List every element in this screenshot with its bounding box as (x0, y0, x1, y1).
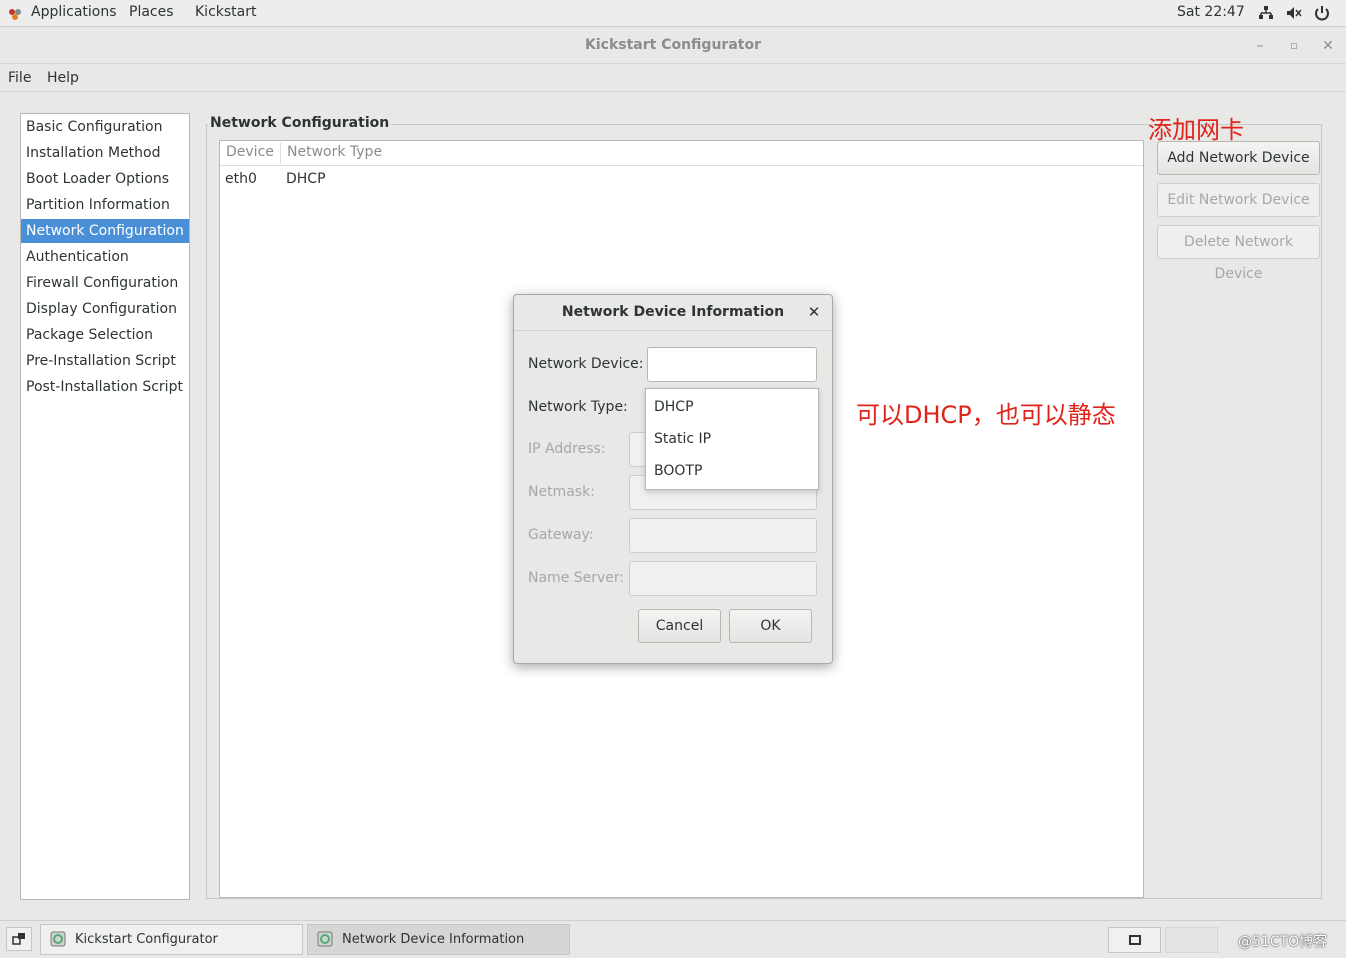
dialog-header: Network Device Information ✕ (514, 295, 832, 331)
sidebar-item-installation-method[interactable]: Installation Method (21, 141, 189, 165)
gateway-label: Gateway: (528, 527, 594, 543)
task-network-device-information[interactable]: Network Device Information (307, 924, 570, 955)
network-device-input[interactable] (647, 347, 817, 382)
workspace-window-icon (1129, 935, 1141, 945)
sidebar-item-authentication[interactable]: Authentication (21, 245, 189, 269)
places-menu[interactable]: Places (129, 4, 174, 20)
network-icon[interactable] (1257, 5, 1275, 21)
dropdown-option-bootp[interactable]: BOOTP (654, 463, 702, 479)
device-cell: eth0 (225, 171, 257, 187)
edit-network-device-button[interactable]: Edit Network Device (1157, 183, 1320, 217)
sidebar-item-partition-information[interactable]: Partition Information (21, 193, 189, 217)
help-menu[interactable]: Help (47, 70, 79, 86)
name-server-input[interactable] (629, 561, 817, 596)
kickstart-menu[interactable]: Kickstart (195, 4, 256, 20)
volume-muted-icon[interactable] (1285, 5, 1303, 21)
kickstart-app-icon (317, 931, 333, 947)
show-desktop-icon (12, 933, 25, 945)
column-header-device[interactable]: Device (226, 144, 274, 160)
applications-icon (9, 9, 21, 20)
dropdown-option-dhcp[interactable]: DHCP (654, 399, 694, 415)
netmask-label: Netmask: (528, 484, 595, 500)
sidebar-item-network-configuration[interactable]: Network Configuration (21, 219, 189, 243)
clock[interactable]: Sat 22:47 (1177, 4, 1245, 20)
network-type-dropdown[interactable]: DHCP Static IP BOOTP (645, 388, 819, 490)
network-configuration-heading: Network Configuration (208, 115, 392, 131)
task-label: Network Device Information (342, 932, 525, 947)
gateway-input[interactable] (629, 518, 817, 553)
dialog-close-icon[interactable]: ✕ (805, 303, 823, 321)
ip-address-label: IP Address: (528, 441, 606, 457)
network-type-cell: DHCP (286, 171, 326, 187)
network-type-label: Network Type: (528, 399, 628, 415)
watermark: @51CTO博客 (1238, 934, 1328, 950)
network-device-label: Network Device: (528, 356, 644, 372)
table-header: Device Network Type (220, 141, 1143, 166)
window-title: Kickstart Configurator (585, 37, 761, 53)
name-server-label: Name Server: (528, 570, 625, 586)
section-list: Basic Configuration Installation Method … (20, 113, 190, 900)
cancel-button[interactable]: Cancel (638, 609, 721, 643)
kickstart-app-icon (50, 931, 66, 947)
sidebar-item-basic-configuration[interactable]: Basic Configuration (21, 115, 189, 139)
minimize-icon[interactable]: – (1250, 36, 1270, 56)
show-desktop-button[interactable] (6, 927, 32, 951)
task-kickstart-configurator[interactable]: Kickstart Configurator (40, 924, 303, 955)
file-menu[interactable]: File (8, 70, 31, 86)
delete-network-device-button[interactable]: Delete Network Device (1157, 225, 1320, 282)
applications-menu[interactable]: Applications (31, 4, 117, 20)
sidebar-item-pre-installation-script[interactable]: Pre-Installation Script (21, 349, 189, 373)
sidebar-item-firewall-configuration[interactable]: Firewall Configuration (21, 271, 189, 295)
dialog-title: Network Device Information (561, 304, 785, 320)
annotation-dhcp-or-static: 可以DHCP，也可以静态 (856, 401, 1116, 429)
annotation-add-nic: 添加网卡 (1148, 116, 1244, 144)
dropdown-option-static-ip[interactable]: Static IP (654, 431, 711, 447)
column-header-network-type[interactable]: Network Type (287, 144, 382, 160)
sidebar-item-post-installation-script[interactable]: Post-Installation Script (21, 375, 189, 399)
maximize-icon[interactable]: ▫ (1284, 36, 1304, 56)
sidebar-item-display-configuration[interactable]: Display Configuration (21, 297, 189, 321)
top-panel: Applications Places Kickstart Sat 22:47 (0, 0, 1346, 27)
task-label: Kickstart Configurator (75, 932, 218, 947)
taskbar: Kickstart Configurator Network Device In… (0, 920, 1346, 958)
workspace-2[interactable] (1165, 927, 1218, 953)
sidebar-item-package-selection[interactable]: Package Selection (21, 323, 189, 347)
column-separator (280, 143, 281, 164)
menubar: File Help (0, 65, 1346, 92)
workspace-1[interactable] (1108, 927, 1161, 953)
add-network-device-button[interactable]: Add Network Device (1157, 141, 1320, 175)
power-icon[interactable] (1313, 5, 1331, 21)
close-icon[interactable]: ✕ (1318, 36, 1338, 56)
ok-button[interactable]: OK (729, 609, 812, 643)
window-titlebar: Kickstart Configurator – ▫ ✕ (0, 28, 1346, 64)
sidebar-item-boot-loader-options[interactable]: Boot Loader Options (21, 167, 189, 191)
